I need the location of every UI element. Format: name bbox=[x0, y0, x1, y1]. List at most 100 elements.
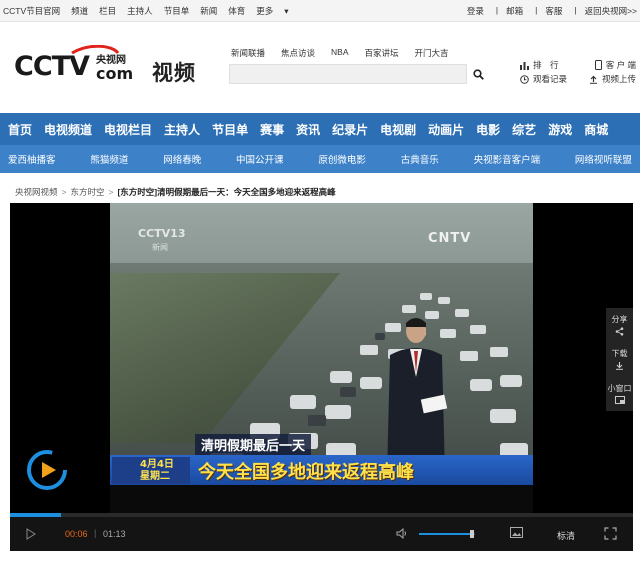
main-nav: 首页 电视频道 电视栏目 主持人 节目单 赛事 资讯 纪录片 电视剧 动画片 电… bbox=[0, 113, 640, 145]
nav-item-news[interactable]: 资讯 bbox=[296, 121, 320, 138]
top-links: CCTV节目官网 频道 栏目 主持人 节目单 新闻 体育 更多 ▾ bbox=[3, 5, 311, 17]
screenshot-button[interactable] bbox=[510, 527, 523, 540]
nav-item-hosts[interactable]: 主持人 bbox=[164, 121, 200, 138]
subnav-item[interactable]: 古典音乐 bbox=[401, 152, 439, 166]
nav-item-tv-columns[interactable]: 电视栏目 bbox=[104, 121, 152, 138]
back-to-cctv-link[interactable]: 返回央视网>> bbox=[585, 5, 637, 17]
video-section-title: 视频 bbox=[152, 61, 196, 85]
top-link-channels[interactable]: 频道 bbox=[71, 5, 88, 17]
nav-item-variety[interactable]: 综艺 bbox=[512, 121, 536, 138]
rank-label: 排 行 bbox=[533, 60, 559, 70]
hot-link[interactable]: 焦点访谈 bbox=[281, 47, 315, 59]
search-icon bbox=[472, 68, 484, 80]
nav-item-mall[interactable]: 商城 bbox=[584, 121, 608, 138]
history-link[interactable]: 观看记录 bbox=[520, 73, 567, 85]
hot-link[interactable]: NBA bbox=[331, 47, 348, 59]
login-link[interactable]: 登录 bbox=[467, 5, 484, 17]
history-label: 观看记录 bbox=[533, 74, 568, 84]
time-separator: | bbox=[94, 528, 97, 538]
divider: | bbox=[535, 5, 538, 15]
fullscreen-icon bbox=[604, 527, 617, 540]
top-link-more-label: 更多 bbox=[256, 6, 274, 16]
quality-selector[interactable]: 标清 bbox=[557, 529, 575, 542]
mini-window-button[interactable]: 小窗口 bbox=[606, 376, 633, 410]
top-link-sports[interactable]: 体育 bbox=[228, 5, 245, 17]
top-link-columns[interactable]: 栏目 bbox=[99, 5, 116, 17]
subnav-item[interactable]: 网络春晚 bbox=[163, 152, 201, 166]
hot-link[interactable]: 开门大吉 bbox=[415, 47, 449, 59]
nav-item-animation[interactable]: 动画片 bbox=[428, 121, 464, 138]
mute-button[interactable] bbox=[396, 527, 408, 541]
fullscreen-button[interactable] bbox=[604, 527, 617, 542]
speaker-icon bbox=[396, 527, 406, 540]
chevron-down-icon: ▾ bbox=[284, 6, 289, 16]
search-button[interactable] bbox=[470, 65, 486, 83]
mini-window-icon bbox=[614, 395, 625, 404]
play-button[interactable] bbox=[26, 528, 36, 542]
cctv-logo[interactable]: CCTV 央视网 com bbox=[14, 44, 144, 85]
rank-link[interactable]: 排 行 bbox=[520, 59, 559, 71]
nav-item-tv-series[interactable]: 电视剧 bbox=[380, 121, 416, 138]
subnav-item[interactable]: 熊猫频道 bbox=[90, 152, 128, 166]
player-side-tools: 分享 下载 小窗口 bbox=[606, 308, 633, 411]
top-link-hosts[interactable]: 主持人 bbox=[127, 5, 153, 17]
volume-slider[interactable] bbox=[419, 530, 475, 538]
video-caption-date-line1: 4月4日 bbox=[140, 459, 174, 470]
nav-item-tv-channels[interactable]: 电视频道 bbox=[44, 121, 92, 138]
mini-window-label: 小窗口 bbox=[607, 383, 632, 393]
nav-item-events[interactable]: 赛事 bbox=[260, 121, 284, 138]
logo-brand-text: CCTV bbox=[14, 51, 90, 82]
header-tools: 排 行 客 户 端 观看记录 视频上传 bbox=[520, 58, 636, 86]
top-bar: CCTV节目官网 频道 栏目 主持人 节目单 新闻 体育 更多 ▾ 登录 | 邮箱… bbox=[0, 0, 640, 22]
video-caption-bottom-strip bbox=[110, 485, 533, 513]
download-button[interactable]: 下载 bbox=[606, 342, 633, 376]
video-caption-main: 今天全国多地迎来返程高峰 bbox=[198, 462, 414, 483]
nav-item-home[interactable]: 首页 bbox=[8, 121, 32, 138]
search-input[interactable] bbox=[229, 64, 467, 84]
subnav-item[interactable]: 原创微电影 bbox=[318, 152, 366, 166]
nav-item-games[interactable]: 游戏 bbox=[548, 121, 572, 138]
logo-com-text: com bbox=[96, 64, 133, 83]
player-brand-icon bbox=[27, 450, 67, 490]
share-button[interactable]: 分享 bbox=[606, 308, 633, 342]
video-frame[interactable]: CCTV13 新闻 CNTV 清明假期最后一天 4月4日 星期二 今天全国多地迎… bbox=[110, 203, 533, 513]
volume-slider-handle[interactable] bbox=[469, 530, 474, 538]
subnav-item[interactable]: 央视影音客户端 bbox=[474, 152, 541, 166]
client-link[interactable]: 客 户 端 bbox=[594, 59, 636, 71]
volume-slider-fill bbox=[419, 533, 474, 535]
download-label: 下载 bbox=[611, 349, 628, 358]
upload-link[interactable]: 视频上传 bbox=[589, 73, 636, 85]
top-link-more[interactable]: 更多 ▾ bbox=[256, 5, 299, 17]
mail-link[interactable]: 邮箱 bbox=[506, 5, 523, 17]
page-title: [东方时空]清明假期最后一天：今天全国多地迎来返程高峰 bbox=[117, 187, 336, 197]
top-link-cctv-official[interactable]: CCTV节目官网 bbox=[3, 5, 60, 17]
video-caption-date: 4月4日 星期二 bbox=[112, 457, 190, 484]
breadcrumb-link[interactable]: 央视网视频 bbox=[15, 186, 58, 198]
nav-item-schedule[interactable]: 节目单 bbox=[212, 121, 248, 138]
top-link-news[interactable]: 新闻 bbox=[200, 5, 217, 17]
top-link-schedule[interactable]: 节目单 bbox=[164, 5, 190, 17]
upload-icon bbox=[589, 75, 597, 84]
cctv-logo-icon: CCTV 央视网 com bbox=[14, 44, 133, 83]
hot-links: 新闻联播 焦点访谈 NBA 百家讲坛 开门大吉 bbox=[231, 47, 465, 59]
nav-item-movies[interactable]: 电影 bbox=[476, 121, 500, 138]
subnav-item[interactable]: 爱西柚播客 bbox=[8, 152, 56, 166]
video-watermark-channel: CCTV13 bbox=[138, 227, 186, 240]
video-player[interactable]: CCTV13 新闻 CNTV 清明假期最后一天 4月4日 星期二 今天全国多地迎… bbox=[10, 203, 633, 551]
hot-link[interactable]: 新闻联播 bbox=[231, 47, 265, 59]
breadcrumb-link[interactable]: 东方时空 bbox=[70, 186, 104, 198]
current-time: 00:06 bbox=[65, 529, 88, 539]
share-label: 分享 bbox=[611, 315, 628, 324]
video-caption-top: 清明假期最后一天 bbox=[195, 434, 312, 455]
breadcrumb: 央视网视频 > 东方时空 > [东方时空]清明假期最后一天：今天全国多地迎来返程… bbox=[15, 186, 336, 198]
subnav-item[interactable]: 网络视听联盟 bbox=[575, 152, 632, 166]
subnav-item[interactable]: 中国公开课 bbox=[236, 152, 284, 166]
hot-link[interactable]: 百家讲坛 bbox=[365, 47, 399, 59]
nav-item-documentary[interactable]: 纪录片 bbox=[332, 121, 368, 138]
video-caption-date-line2: 星期二 bbox=[140, 471, 170, 482]
player-controls: 00:06 | 01:13 标清 bbox=[10, 517, 633, 551]
service-link[interactable]: 客服 bbox=[545, 5, 562, 17]
download-icon bbox=[616, 362, 623, 370]
phone-icon bbox=[594, 60, 602, 70]
client-label: 客 户 端 bbox=[605, 60, 636, 70]
